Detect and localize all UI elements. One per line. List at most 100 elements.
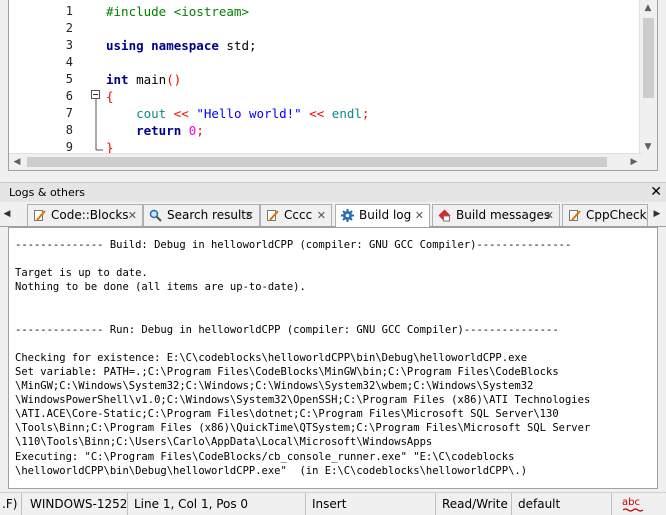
tab-label: CppCheck/V	[586, 208, 647, 222]
log-line: \WindowsPowerShell\v1.0;C:\Windows\Syste…	[15, 394, 591, 407]
scroll-thumb[interactable]	[27, 157, 607, 167]
code-token: std;	[226, 38, 257, 53]
line-number: 8	[65, 123, 73, 137]
code-token: {	[106, 89, 114, 104]
log-line: Set variable: PATH=.;C:\Program Files\Co…	[15, 365, 559, 378]
code-line[interactable]: 2	[9, 20, 649, 37]
status-read-write: Read/Write	[436, 493, 512, 515]
code-token: #include <iostream>	[106, 4, 249, 19]
status-cursor-position: Line 1, Col 1, Pos 0	[128, 493, 306, 515]
status-insert-mode: Insert	[306, 493, 436, 515]
log-line: \Tools\Binn;C:\Program Files (x86)\Quick…	[15, 422, 591, 435]
gear-icon	[341, 209, 354, 222]
log-line: Nothing to be done (all items are up-to-…	[15, 281, 306, 294]
log-line: \MinGW;C:\Windows\System32;C:\Windows;C:…	[15, 380, 534, 392]
magnifier-icon	[149, 209, 162, 222]
editor-horizontal-scrollbar[interactable]: ◀ ▶	[9, 153, 642, 170]
status-encoding: WINDOWS-1252	[24, 493, 128, 515]
spell-check-icon[interactable]: abc	[612, 493, 666, 515]
log-line: Target is up to date.	[15, 267, 148, 280]
code-text: using namespace std;	[106, 37, 257, 54]
scroll-up-icon[interactable]: ▲	[640, 0, 656, 16]
document-pencil-icon	[267, 210, 279, 221]
code-line[interactable]: 3 using namespace std;	[9, 37, 649, 54]
code-token: ;	[196, 123, 204, 138]
close-icon[interactable]: ✕	[317, 205, 326, 226]
line-number: 3	[65, 38, 73, 52]
code-editor[interactable]: 1 #include <iostream> 2 3 using namespace st…	[8, 0, 658, 171]
tab-label: Build messages	[456, 208, 551, 222]
code-token: ;	[361, 106, 370, 121]
log-line: -------------- Build: Debug in helloworl…	[15, 239, 572, 251]
tab-search-results[interactable]: Search results ✕	[143, 204, 260, 226]
build-log-output[interactable]: -------------- Build: Debug in helloworl…	[8, 227, 658, 489]
tab-scroll-right-icon[interactable]: ▶	[651, 206, 663, 222]
spell-underline-icon	[623, 508, 643, 512]
tab-cccc[interactable]: Cccc ✕	[260, 204, 332, 226]
tab-cppcheck[interactable]: CppCheck/V	[562, 204, 648, 226]
code-text: int main()	[106, 71, 181, 88]
scroll-thumb[interactable]	[643, 18, 654, 98]
status-language: default	[512, 493, 612, 515]
code-token: int	[106, 72, 137, 87]
document-pencil-icon	[34, 210, 46, 221]
code-token: "Hello world!"	[196, 106, 310, 121]
code-line[interactable]: 5 int main()	[9, 71, 649, 88]
code-token: ()	[166, 72, 182, 87]
code-token: return	[136, 123, 189, 138]
line-number: 6	[65, 89, 73, 103]
tab-label: Code::Blocks	[51, 208, 129, 222]
code-token: cout	[136, 106, 174, 121]
code-text: return 0;	[106, 122, 204, 139]
close-icon[interactable]: ✕	[545, 205, 554, 226]
code-token: endl	[331, 106, 362, 121]
log-line: Executing: "C:\Program Files\CodeBlocks/…	[15, 450, 515, 463]
code-text: cout << "Hello world!" << endl;	[106, 105, 369, 122]
tab-build-log[interactable]: Build log ✕	[335, 204, 430, 227]
tab-build-messages[interactable]: Build messages ✕	[432, 204, 560, 226]
code-line[interactable]: 6{	[9, 88, 649, 105]
close-icon[interactable]: ✕	[415, 205, 424, 226]
scroll-left-icon[interactable]: ◀	[9, 154, 25, 170]
tab-label: Search results	[167, 208, 253, 222]
line-number: 4	[65, 55, 73, 69]
logs-panel-header: Logs & others ✕	[0, 182, 666, 202]
line-number: 5	[65, 72, 73, 86]
scroll-down-icon[interactable]: ▼	[640, 139, 656, 155]
logs-tab-bar: ◀ Code::Blocks ✕ Search results ✕ Cccc ✕…	[0, 202, 666, 227]
logs-panel-title: Logs & others	[9, 186, 85, 199]
code-line[interactable]: 4	[9, 54, 649, 71]
scrollbar-corner	[640, 154, 657, 170]
code-token: main	[136, 72, 167, 87]
document-pencil-icon	[569, 210, 581, 221]
log-line: Checking for existence: E:\C\codeblocks\…	[15, 351, 528, 364]
code-line[interactable]: 1 #include <iostream>	[9, 3, 649, 20]
line-number: 2	[65, 21, 73, 35]
editor-vertical-scrollbar[interactable]: ▲ ▼	[639, 0, 657, 155]
tab-label: Build log	[359, 208, 412, 222]
log-line: \helloworldCPP\bin\Debug\helloworldCPP.e…	[15, 464, 528, 477]
log-line: \ATI.ACE\Core-Static;C:\Program Files\do…	[15, 408, 559, 421]
code-text: #include <iostream>	[106, 3, 249, 20]
red-diamond-icon	[438, 209, 451, 222]
log-line: -------------- Run: Debug in helloworldC…	[15, 323, 559, 336]
close-icon[interactable]: ✕	[650, 183, 662, 202]
close-icon[interactable]: ✕	[245, 205, 254, 226]
tab-label: Cccc	[284, 208, 313, 222]
line-number: 7	[65, 106, 73, 120]
code-token: using namespace	[106, 38, 227, 53]
status-bar: .F) WINDOWS-1252 Line 1, Col 1, Pos 0 In…	[0, 492, 666, 515]
pane-splitter[interactable]	[0, 171, 666, 182]
close-icon[interactable]: ✕	[128, 205, 137, 226]
code-token: <<	[173, 106, 197, 121]
tab-codeblocks[interactable]: Code::Blocks ✕	[27, 204, 143, 226]
code-line[interactable]: 8 return 0;	[9, 122, 649, 139]
status-eol: .F)	[0, 493, 22, 515]
code-token: <<	[309, 106, 332, 121]
tab-scroll-left-icon[interactable]: ◀	[1, 206, 13, 222]
log-line: \110\Tools\Binn;C:\Users\Carlo\AppData\L…	[15, 436, 433, 449]
code-line[interactable]: 7 cout << "Hello world!" << endl;	[9, 105, 649, 122]
code-text: {	[106, 88, 114, 105]
